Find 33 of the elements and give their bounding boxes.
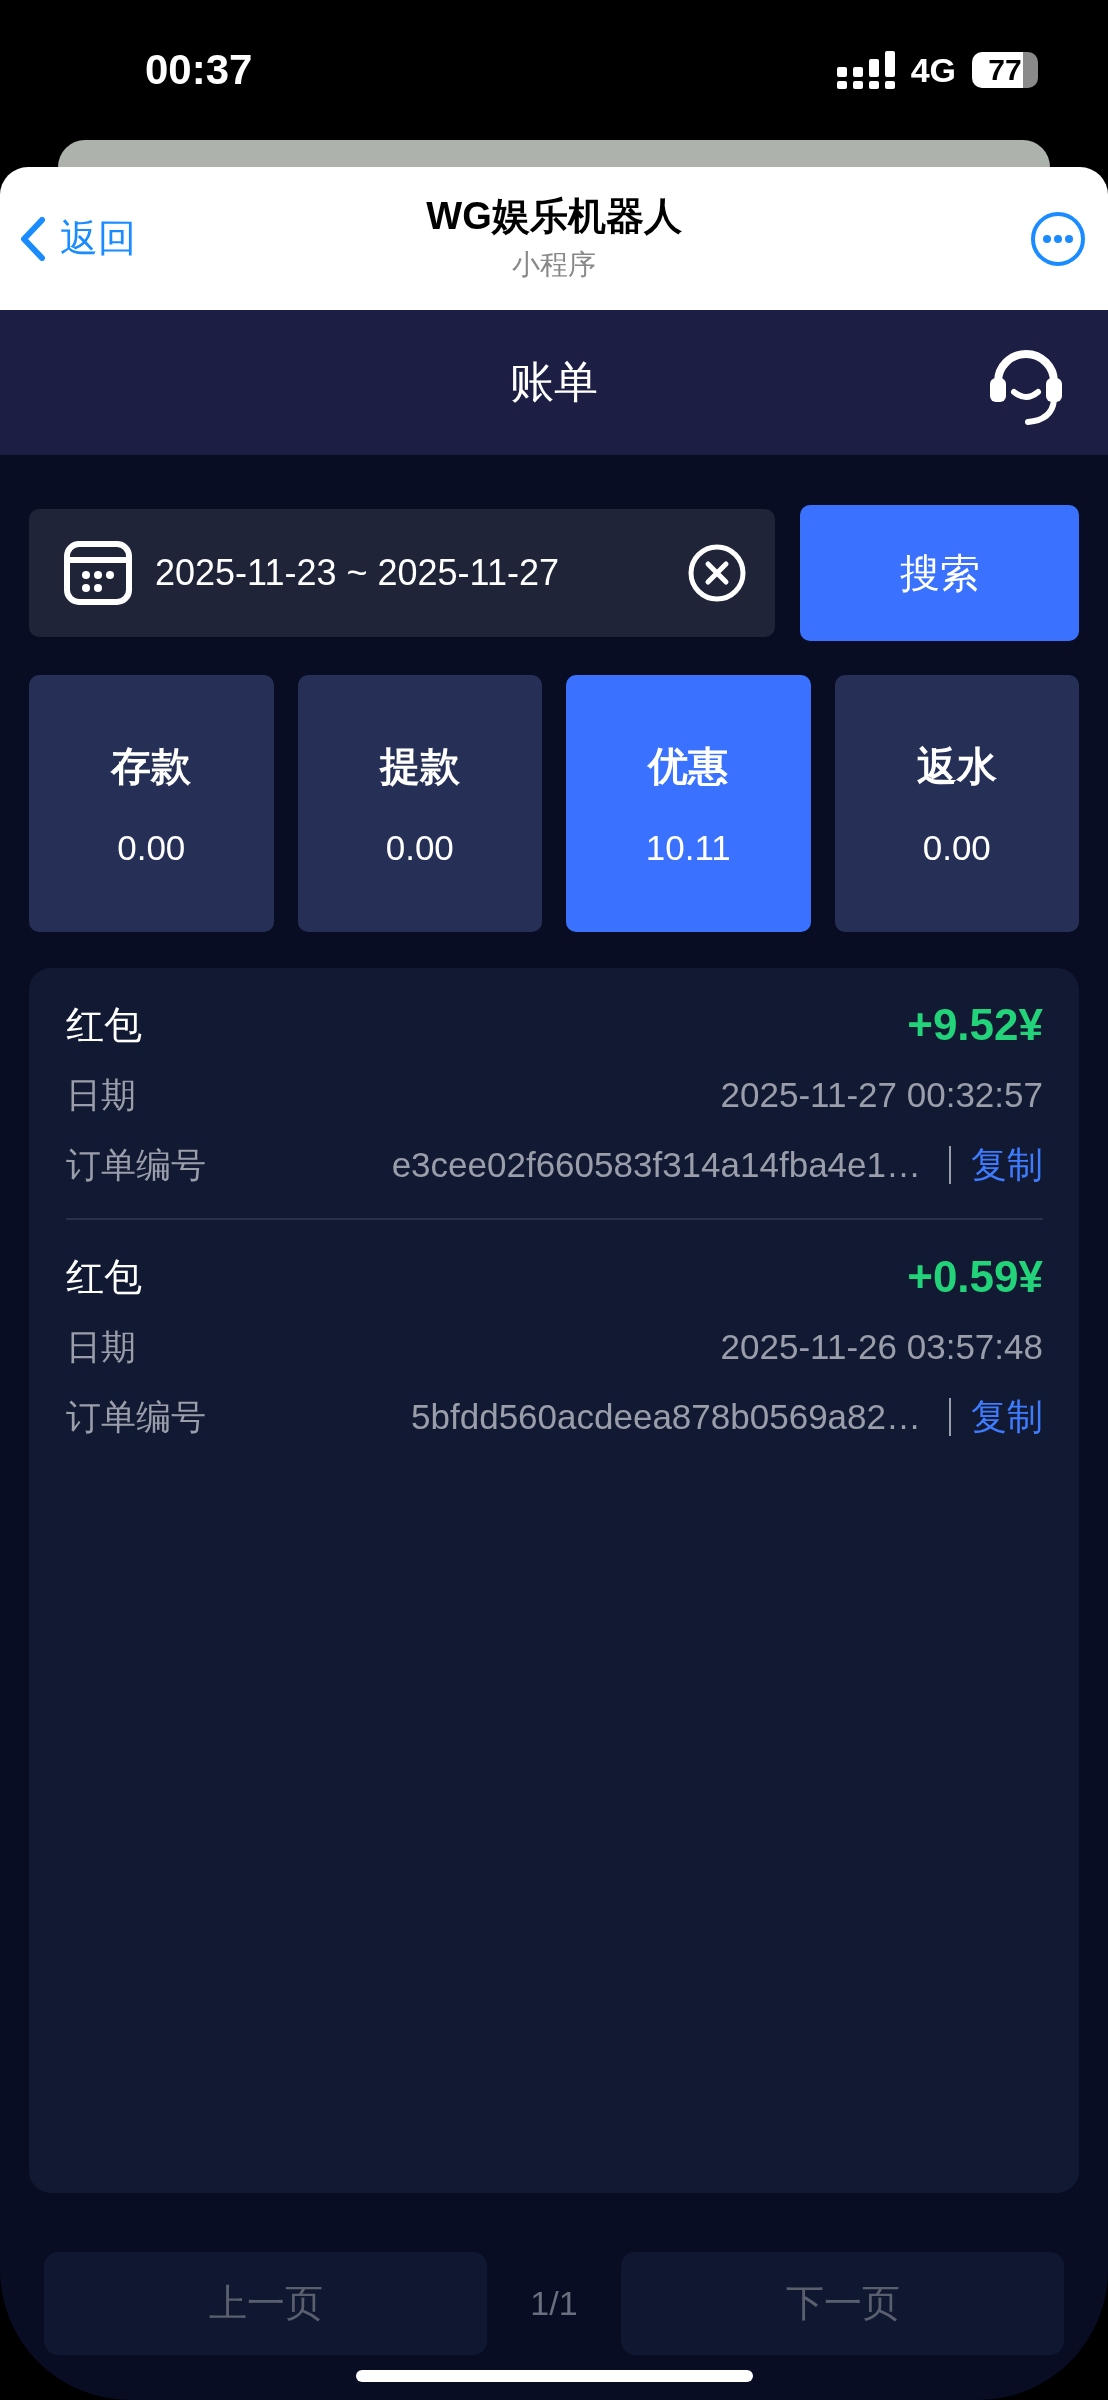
- app-title: WG娱乐机器人: [426, 194, 682, 239]
- signal-icon: [836, 51, 895, 89]
- record-amount: +0.59¥: [907, 1252, 1043, 1302]
- category-tab[interactable]: 提款 0.00: [297, 675, 542, 932]
- order-number: 5bfdd560acdeea878b0569a82…: [411, 1397, 921, 1437]
- clear-icon[interactable]: [687, 543, 747, 603]
- page-title: 账单: [510, 356, 598, 408]
- more-icon[interactable]: [1030, 210, 1086, 267]
- category-tab[interactable]: 优惠 10.11: [566, 675, 811, 932]
- copy-link[interactable]: 复制: [971, 1140, 1043, 1190]
- page-indicator: 1/1: [529, 2284, 579, 2323]
- network-type: 4G: [910, 50, 956, 90]
- search-button[interactable]: 搜索: [800, 505, 1079, 641]
- status-time: 00:37: [145, 46, 253, 94]
- order-label: 订单编号: [66, 1143, 206, 1186]
- back-button[interactable]: 返回: [20, 213, 136, 264]
- order-number: e3cee02f660583f314a14fba4e1…: [391, 1145, 921, 1185]
- calendar-icon: [63, 540, 133, 606]
- copy-link[interactable]: 复制: [971, 1392, 1043, 1442]
- record-date: 2025-11-27 00:32:57: [720, 1075, 1043, 1115]
- app-subtitle: 小程序: [512, 248, 596, 282]
- date-label: 日期: [66, 1073, 136, 1116]
- battery-icon: 77: [972, 52, 1038, 88]
- record-type: 红包: [66, 1254, 142, 1300]
- date-range-field[interactable]: 2025-11-23 ~ 2025-11-27: [29, 509, 775, 637]
- category-tab[interactable]: 返水 0.00: [834, 675, 1079, 932]
- record-date: 2025-11-26 03:57:48: [720, 1327, 1043, 1367]
- category-tab[interactable]: 存款 0.00: [29, 675, 274, 932]
- record-amount: +9.52¥: [907, 1000, 1043, 1050]
- date-label: 日期: [66, 1325, 136, 1368]
- record-type: 红包: [66, 1002, 142, 1048]
- order-label: 订单编号: [66, 1395, 206, 1438]
- back-icon: [20, 216, 46, 261]
